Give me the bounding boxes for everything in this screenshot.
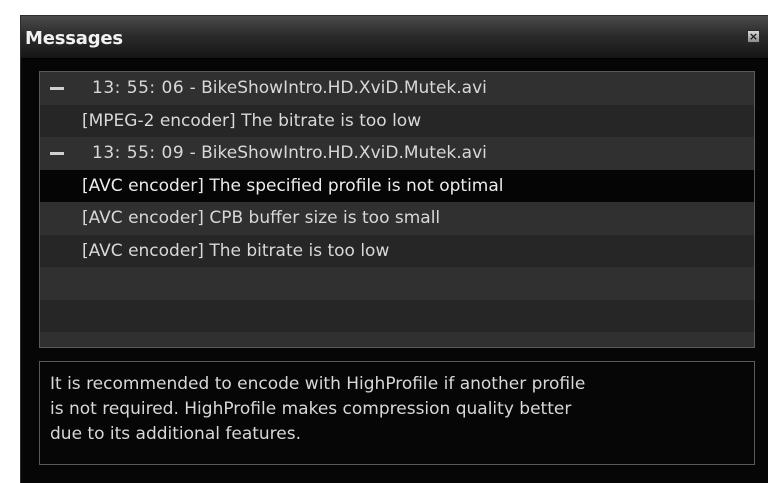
message-text: [AVC encoder] The bitrate is too low: [82, 240, 390, 261]
description-line: due to its additional features.: [50, 424, 302, 444]
message-text: [AVC encoder] CPB buffer size is too sma…: [82, 208, 441, 228]
message-row-selected[interactable]: [AVC encoder] The specified profile is n…: [40, 169, 754, 202]
message-row[interactable]: [MPEG-2 encoder] The bitrate is too low: [40, 104, 754, 137]
description-line: is not required. HighProfile makes compr…: [50, 399, 572, 419]
group-separator: -: [184, 143, 202, 163]
message-row[interactable]: [AVC encoder] CPB buffer size is too sma…: [40, 202, 754, 235]
message-text: [MPEG-2 encoder] The bitrate is too low: [82, 110, 422, 131]
group-time: 13: 55: 09: [92, 143, 185, 163]
window-title: Messages: [25, 28, 123, 49]
group-separator: -: [184, 78, 202, 98]
group-file: BikeShowIntro.HD.XviD.Mutek.avi: [201, 78, 487, 98]
group-header-text: 13: 55: 09 - BikeShowIntro.HD.XviD.Mutek…: [92, 137, 487, 169]
group-header-row[interactable]: 13: 55: 06 - BikeShowIntro.HD.XviD.Mutek…: [40, 72, 754, 105]
close-icon[interactable]: ×: [747, 30, 760, 43]
empty-row: [40, 332, 754, 347]
message-description-panel: It is recommended to encode with HighPro…: [39, 361, 755, 465]
group-file: BikeShowIntro.HD.XviD.Mutek.avi: [201, 143, 487, 163]
messages-list[interactable]: 13: 55: 06 - BikeShowIntro.HD.XviD.Mutek…: [39, 71, 755, 348]
empty-row: [40, 299, 754, 332]
message-row[interactable]: [AVC encoder] The bitrate is too low: [40, 234, 754, 267]
collapse-minus-icon[interactable]: [50, 87, 64, 90]
group-time: 13: 55: 06: [92, 78, 185, 98]
group-header-row[interactable]: 13: 55: 09 - BikeShowIntro.HD.XviD.Mutek…: [40, 137, 754, 170]
group-header-text: 13: 55: 06 - BikeShowIntro.HD.XviD.Mutek…: [92, 72, 487, 104]
description-line: It is recommended to encode with HighPro…: [50, 374, 586, 394]
collapse-minus-icon[interactable]: [50, 152, 64, 155]
message-text: [AVC encoder] The specified profile is n…: [82, 175, 504, 196]
title-bar[interactable]: Messages ×: [21, 16, 768, 59]
messages-window: Messages × 13: 55: 06 - BikeShowIntro.HD…: [20, 15, 768, 483]
empty-row: [40, 267, 754, 300]
